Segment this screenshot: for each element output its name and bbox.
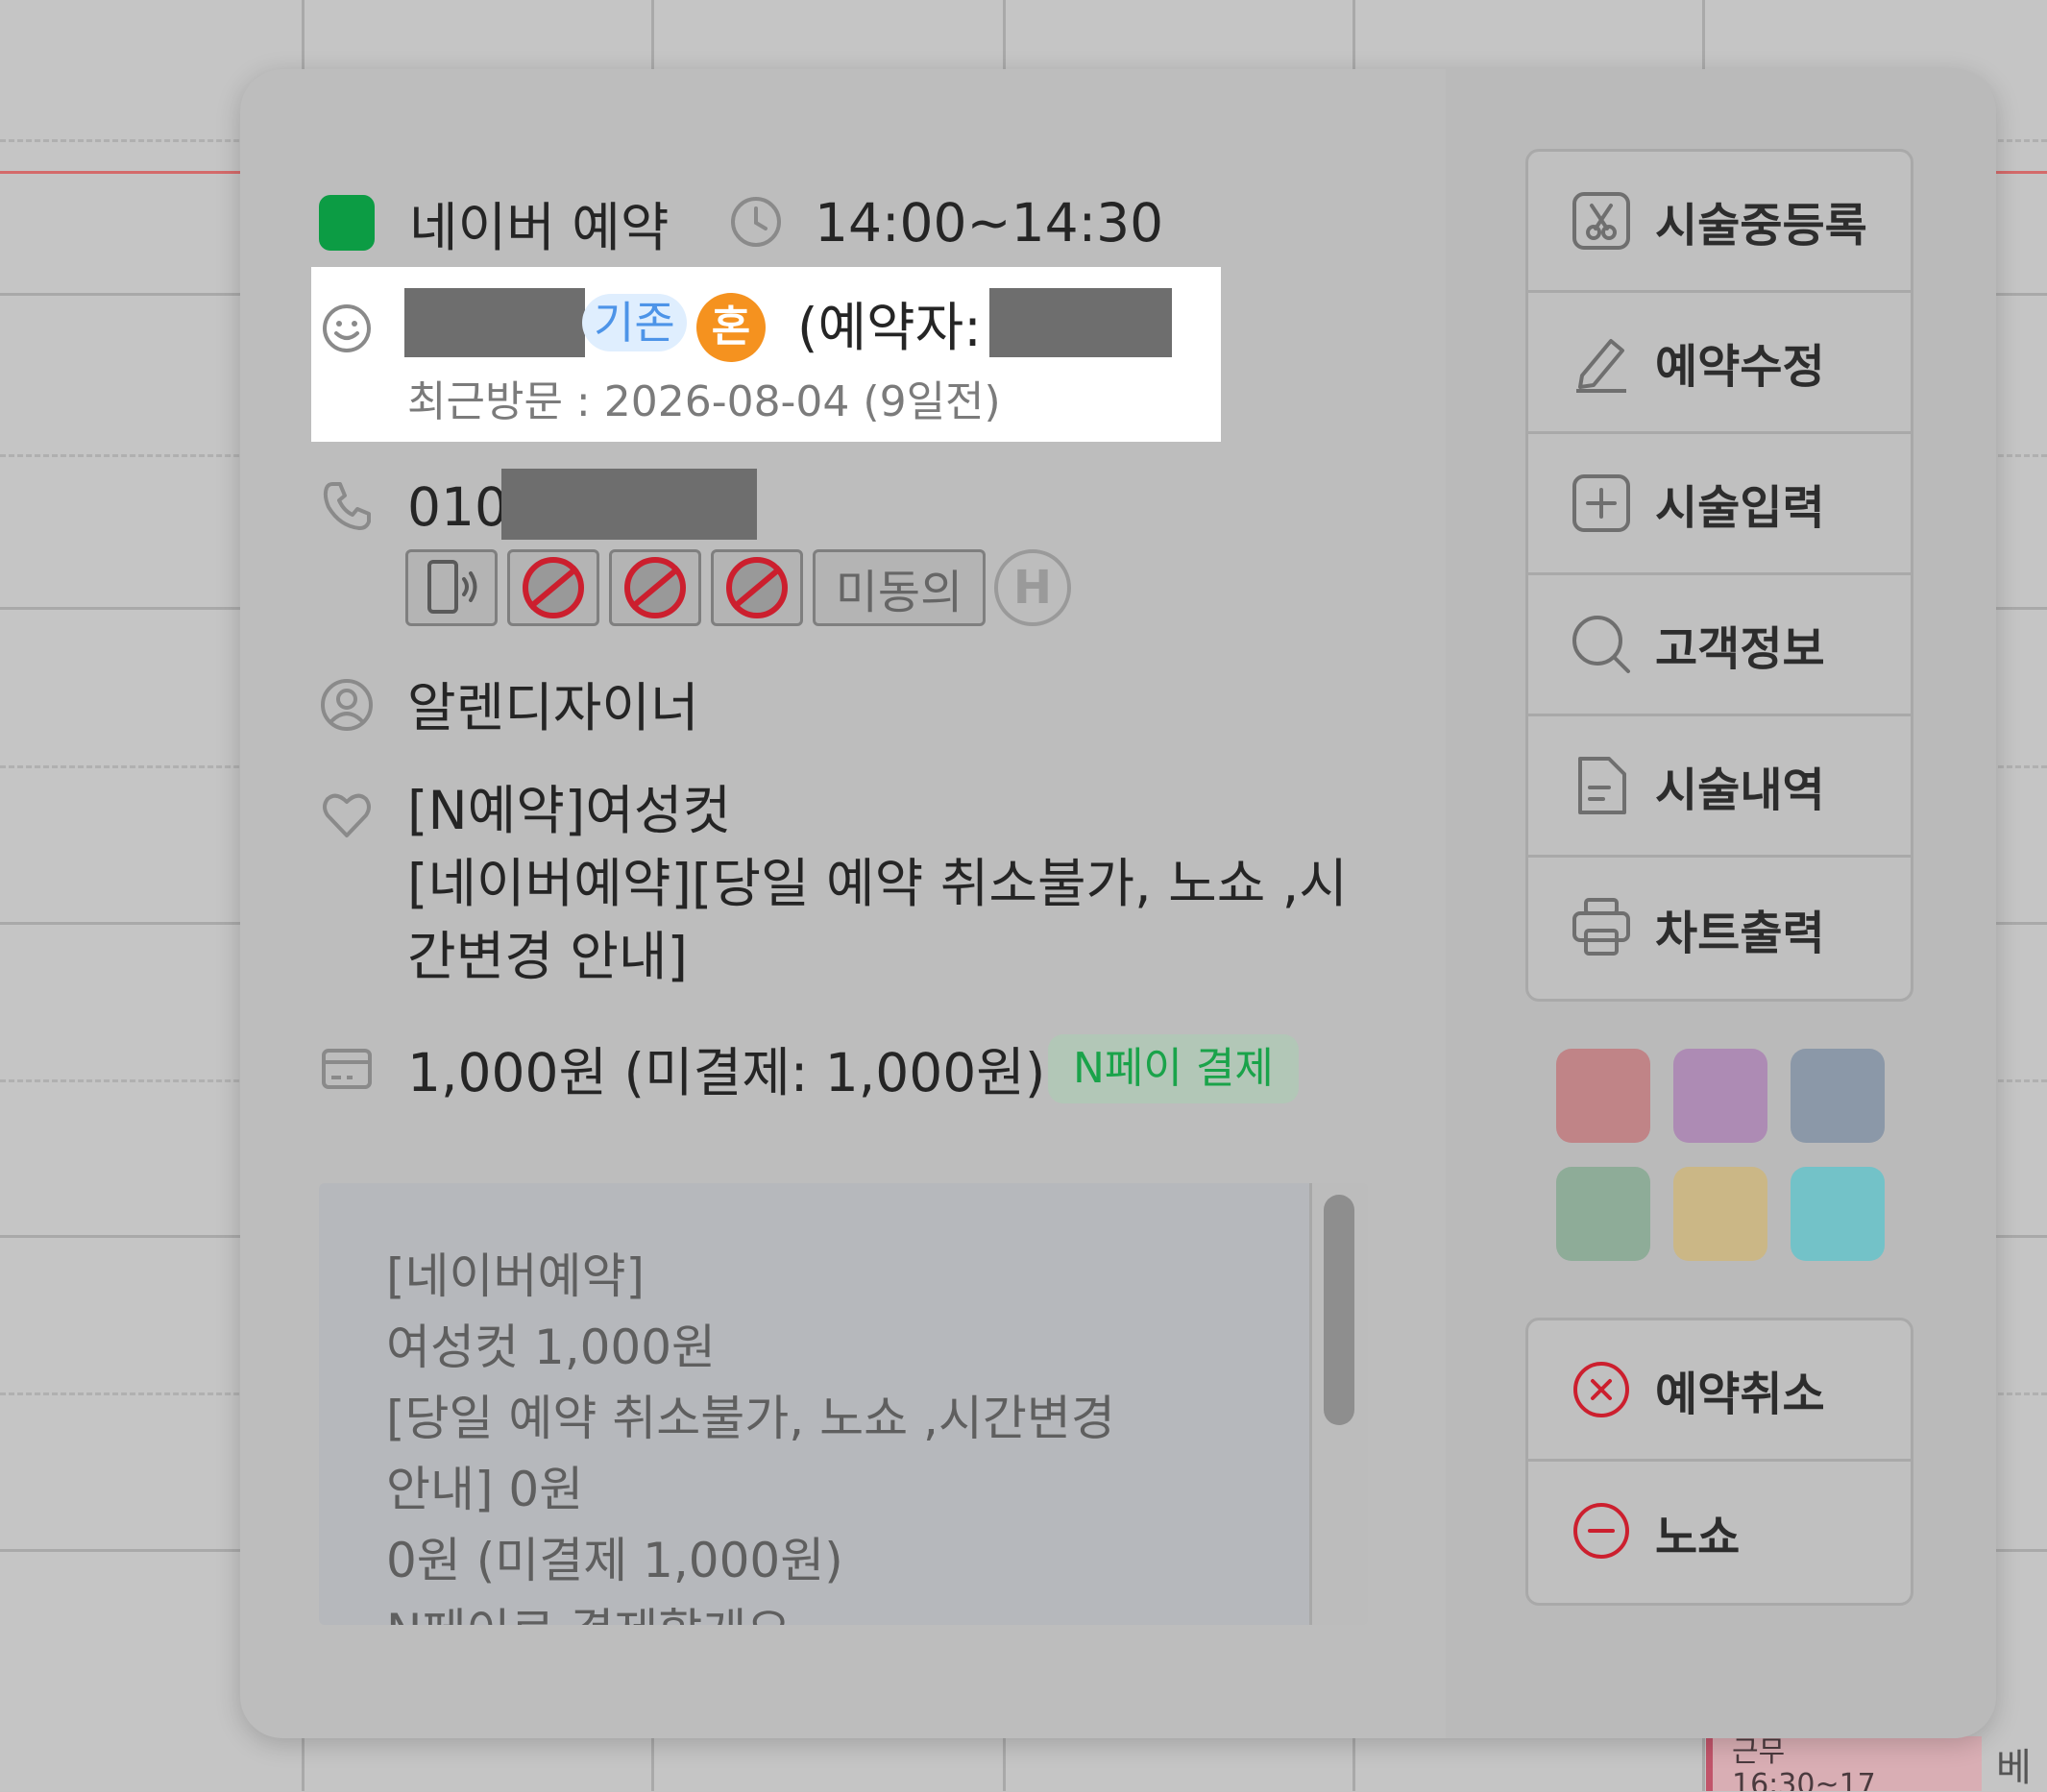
color-swatch-rose[interactable] bbox=[1556, 1049, 1650, 1143]
booker-label: (예약자: bbox=[797, 297, 982, 358]
memo-box[interactable]: [네이버예약] 여성컷 1,000원 [당일 예약 취소불가, 노쇼 ,시간변경… bbox=[319, 1183, 1368, 1625]
memo-scrollbar[interactable] bbox=[1309, 1183, 1368, 1625]
phone-number-redacted[interactable] bbox=[501, 469, 757, 540]
customer-info-button[interactable]: 고객정보 bbox=[1528, 575, 1911, 716]
printer-icon bbox=[1572, 898, 1630, 956]
enter-service-button[interactable]: 시술입력 bbox=[1528, 434, 1911, 575]
plus-box-icon bbox=[1572, 474, 1630, 532]
contact-blocked-chip[interactable] bbox=[609, 549, 701, 626]
cancel-reservation-button[interactable]: 예약취소 bbox=[1528, 1320, 1911, 1462]
talk-blocked-chip[interactable] bbox=[711, 549, 803, 626]
service-details: [N예약]여성컷 [네이버예약][당일 예약 취소불가, 노쇼 ,시 간변경 안… bbox=[407, 774, 1348, 993]
phone-prefix: 010 bbox=[407, 476, 508, 538]
action-button-group: 시술중등록 예약수정 시술입력 고객정보 시술내역 차트출력 bbox=[1525, 149, 1913, 1002]
consent-label: 미동의 bbox=[835, 566, 963, 619]
pencil-icon bbox=[1576, 339, 1626, 393]
register-in-progress-label: 시술중등록 bbox=[1655, 199, 1867, 253]
calendar-event-title: 근무 bbox=[1732, 1736, 1786, 1769]
calendar-event-time: 16:30~17 bbox=[1732, 1768, 1876, 1792]
payment-amount: 1,000원 (미결제: 1,000원) bbox=[407, 1042, 1046, 1103]
clock-icon bbox=[731, 197, 781, 247]
mobile-notify-icon bbox=[427, 560, 477, 614]
close-circle-icon bbox=[1573, 1362, 1629, 1417]
danger-button-group: 예약취소 노쇼 bbox=[1525, 1318, 1913, 1606]
reservation-popup: 네이버 예약 14:00~14:30 기존 혼 (예약자: 최근방문 : 202… bbox=[240, 69, 1996, 1738]
last-visit: 최근방문 : 2026-08-04 (9일전) bbox=[407, 377, 1001, 426]
scissors-icon bbox=[1572, 192, 1630, 250]
color-swatch-green[interactable] bbox=[1556, 1167, 1650, 1261]
service-history-button[interactable]: 시술내역 bbox=[1528, 716, 1911, 858]
service-history-label: 시술내역 bbox=[1655, 763, 1825, 817]
service-line: 간변경 안내] bbox=[407, 926, 688, 987]
color-swatch-slate[interactable] bbox=[1791, 1049, 1885, 1143]
print-chart-label: 차트출력 bbox=[1655, 906, 1825, 960]
person-icon bbox=[321, 679, 373, 731]
edit-reservation-button[interactable]: 예약수정 bbox=[1528, 293, 1911, 434]
service-line: [네이버예약][당일 예약 취소불가, 노쇼 ,시 bbox=[407, 853, 1348, 914]
npay-tag: N페이 결제 bbox=[1048, 1034, 1299, 1103]
cancel-reservation-label: 예약취소 bbox=[1655, 1368, 1825, 1421]
source-color-indicator bbox=[319, 195, 375, 251]
enter-service-label: 시술입력 bbox=[1655, 481, 1825, 535]
no-talk-icon bbox=[726, 557, 788, 618]
service-line: [N예약]여성컷 bbox=[407, 780, 732, 841]
color-swatch-yellow[interactable] bbox=[1673, 1167, 1767, 1261]
phone-icon bbox=[323, 482, 371, 530]
reservation-time: 14:00~14:30 bbox=[815, 192, 1164, 254]
document-icon bbox=[1578, 757, 1626, 814]
edit-reservation-label: 예약수정 bbox=[1655, 340, 1825, 394]
smile-icon bbox=[323, 304, 371, 352]
h-badge-icon[interactable]: H bbox=[994, 549, 1071, 626]
booker-name-redacted bbox=[989, 288, 1172, 357]
current-time-line bbox=[1994, 171, 2047, 174]
card-icon bbox=[322, 1049, 372, 1089]
customer-grade-badge: 혼 bbox=[696, 293, 766, 362]
sms-blocked-chip[interactable] bbox=[507, 549, 599, 626]
color-swatch-purple[interactable] bbox=[1673, 1049, 1767, 1143]
no-show-label: 노쇼 bbox=[1655, 1510, 1741, 1564]
minus-circle-icon bbox=[1573, 1503, 1629, 1559]
no-show-button[interactable]: 노쇼 bbox=[1528, 1462, 1911, 1603]
customer-type-tag: 기존 bbox=[582, 294, 687, 351]
current-time-line bbox=[0, 171, 242, 174]
reservation-source: 네이버 예약 bbox=[409, 197, 670, 258]
memo-text: [네이버예약] 여성컷 1,000원 [당일 예약 취소불가, 노쇼 ,시간변경… bbox=[386, 1248, 1115, 1625]
heart-icon bbox=[323, 793, 371, 837]
sms-notify-chip[interactable] bbox=[405, 549, 498, 626]
memo-scroll-thumb[interactable] bbox=[1324, 1195, 1354, 1425]
customer-info-label: 고객정보 bbox=[1655, 622, 1825, 676]
color-swatch-teal[interactable] bbox=[1791, 1167, 1885, 1261]
print-chart-button[interactable]: 차트출력 bbox=[1528, 858, 1911, 999]
calendar-edge-label: 베 bbox=[1996, 1746, 2032, 1790]
customer-name-redacted[interactable] bbox=[404, 288, 585, 357]
no-contact-icon bbox=[624, 557, 686, 618]
designer-name: 알렌디자이너 bbox=[407, 677, 699, 739]
calendar-event[interactable]: 근무 16:30~17 bbox=[1706, 1736, 1982, 1791]
search-icon bbox=[1572, 616, 1630, 673]
consent-chip[interactable]: 미동의 bbox=[813, 549, 986, 626]
register-in-progress-button[interactable]: 시술중등록 bbox=[1528, 152, 1911, 293]
no-message-icon bbox=[523, 557, 584, 618]
